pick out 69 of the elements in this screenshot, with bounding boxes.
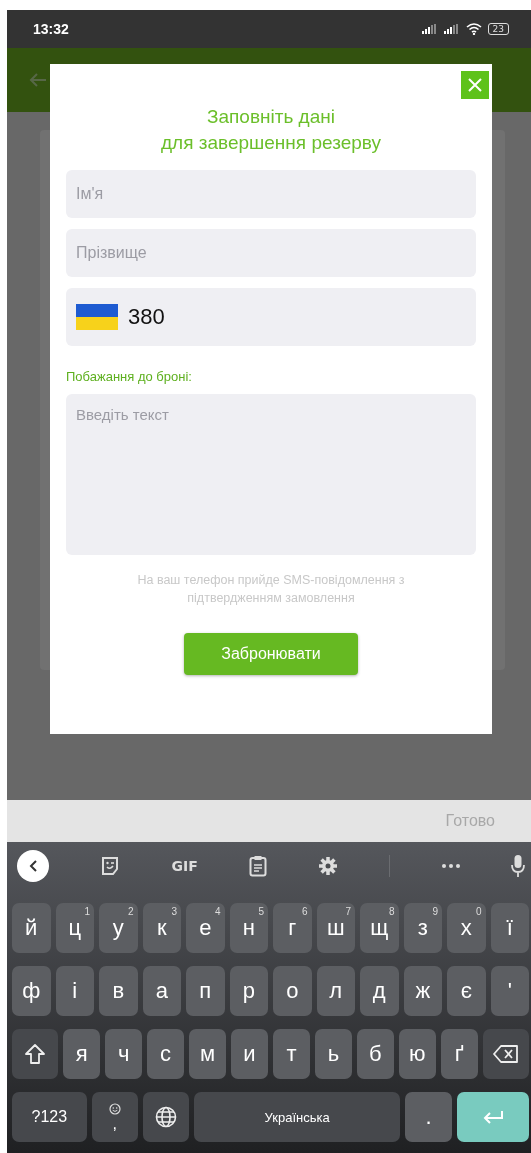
- keyboard-key[interactable]: ї: [490, 903, 529, 953]
- shift-key[interactable]: [12, 1029, 59, 1079]
- keyboard-key[interactable]: ш 7: [316, 903, 355, 953]
- input-field[interactable]: Прізвище: [66, 229, 476, 277]
- wifi-icon: [465, 23, 482, 35]
- backspace-icon: [492, 1045, 519, 1063]
- keyboard-key[interactable]: г 6: [273, 903, 312, 953]
- clipboard-icon[interactable]: [248, 855, 267, 877]
- keyboard-key[interactable]: л: [316, 966, 355, 1016]
- keyboard-key[interactable]: н 5: [229, 903, 268, 953]
- keyboard-key[interactable]: у 2: [99, 903, 138, 953]
- phone-field[interactable]: 380: [66, 288, 476, 346]
- keyboard-key[interactable]: е 4: [186, 903, 225, 953]
- keyboard-key[interactable]: п: [186, 966, 225, 1016]
- keyboard-key[interactable]: а: [142, 966, 181, 1016]
- dialog-title: для завершення резерву: [160, 131, 382, 155]
- keyboard-key[interactable]: ж: [403, 966, 442, 1016]
- keyboard-key[interactable]: ц 1: [55, 903, 94, 953]
- keyboard-key[interactable]: м: [189, 1029, 226, 1079]
- keyboard-key[interactable]: й: [12, 903, 51, 953]
- signal-icon: [421, 24, 438, 34]
- keyboard-key[interactable]: ч: [105, 1029, 143, 1079]
- keyboard-key[interactable]: я: [63, 1029, 101, 1079]
- globe-icon: [154, 1106, 177, 1128]
- keyboard-key[interactable]: ґ: [440, 1029, 478, 1079]
- keyboard-key[interactable]: с: [147, 1029, 185, 1079]
- sticker-icon[interactable]: [100, 856, 121, 876]
- settings-icon[interactable]: [318, 856, 339, 876]
- signal-icon: [443, 24, 460, 34]
- keyboard-key[interactable]: в: [99, 966, 138, 1016]
- keyboard-key[interactable]: т: [272, 1029, 310, 1079]
- keyboard-key[interactable]: и: [231, 1029, 268, 1079]
- keyboard-key[interactable]: ,: [91, 1092, 138, 1142]
- keyboard-key[interactable]: ь: [314, 1029, 352, 1079]
- keyboard-key[interactable]: к 3: [142, 903, 181, 953]
- keyboard-key[interactable]: є: [447, 966, 486, 1016]
- keyboard-key[interactable]: ф: [12, 966, 51, 1016]
- symbols-key[interactable]: ?123: [12, 1092, 87, 1142]
- flag-icon: [76, 304, 118, 330]
- keyboard-key[interactable]: б: [356, 1029, 394, 1079]
- keyboard-key[interactable]: .: [405, 1092, 452, 1142]
- shift-icon: [24, 1043, 47, 1065]
- keyboard-key[interactable]: о: [273, 966, 312, 1016]
- keyboard-key[interactable]: р: [229, 966, 268, 1016]
- more-icon[interactable]: [441, 864, 460, 868]
- keyboard-key[interactable]: з 9: [403, 903, 442, 953]
- input-field[interactable]: Ім'я: [66, 170, 476, 218]
- enter-key[interactable]: [456, 1092, 529, 1142]
- microphone-icon[interactable]: [510, 855, 525, 877]
- clock: 13:32: [33, 21, 69, 37]
- gif-button[interactable]: GIF: [171, 858, 198, 874]
- keyboard-key[interactable]: д: [360, 966, 399, 1016]
- keyboard-key[interactable]: ': [490, 966, 529, 1016]
- enter-icon: [481, 1110, 504, 1124]
- field-label: Побажання до броні:: [66, 369, 193, 384]
- collapse-button[interactable]: [17, 850, 49, 882]
- keyboard-key[interactable]: і: [55, 966, 94, 1016]
- smiley-icon: [108, 1103, 121, 1115]
- battery-icon: 23: [487, 23, 509, 35]
- keyboard-key[interactable]: х 0: [447, 903, 486, 953]
- chevron-left-icon: [28, 859, 38, 873]
- space-key[interactable]: Українська: [193, 1092, 401, 1142]
- keyboard-key[interactable]: ю: [398, 1029, 436, 1079]
- close-icon: [467, 77, 483, 93]
- backspace-key[interactable]: [482, 1029, 529, 1079]
- dialog-title: Заповніть дані: [206, 105, 336, 129]
- language-key[interactable]: [142, 1092, 189, 1142]
- text-area[interactable]: Введіть текст: [66, 394, 476, 555]
- keyboard-key[interactable]: щ 8: [360, 903, 399, 953]
